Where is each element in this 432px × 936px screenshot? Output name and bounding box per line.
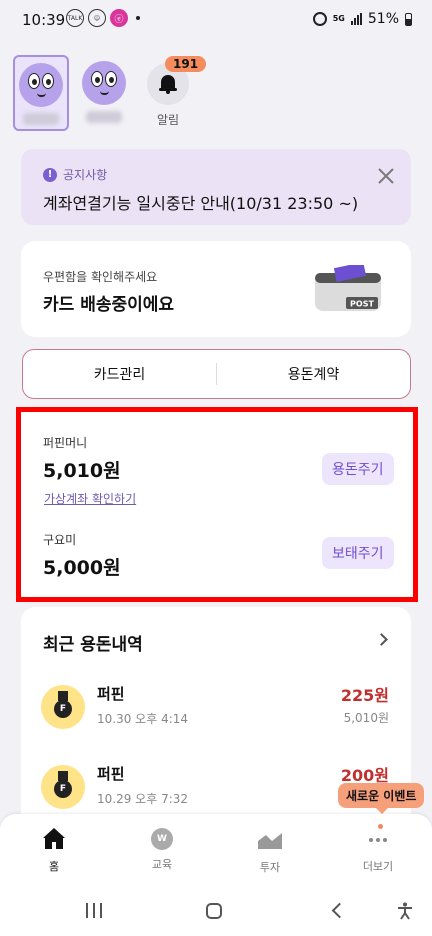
battery-icon xyxy=(405,12,412,26)
avatar-eye-icon xyxy=(91,71,103,87)
card-tabs: 카드관리 용돈계약 xyxy=(22,349,411,399)
notification-icons: TALK ☺ ⓔ xyxy=(66,9,140,27)
history-item-date: 10.30 오후 4:14 xyxy=(97,712,189,726)
exclamation-icon: ! xyxy=(43,167,57,182)
nav-education-label: 교육 xyxy=(151,858,173,871)
bottom-nav: 홈 W 교육 투자 더보기 xyxy=(0,814,432,886)
guyomi-value: 5,000원 xyxy=(43,557,121,579)
status-bar: 10:39 TALK ☺ ⓔ 5G 51% xyxy=(0,0,432,40)
invest-chart-icon xyxy=(258,833,282,849)
card-delivery[interactable]: 우편함을 확인해주세요 카드 배송중이에요 POST xyxy=(21,241,411,337)
history-item-date: 10.29 오후 7:32 xyxy=(97,792,189,806)
nav-invest-label: 투자 xyxy=(259,861,281,874)
recent-apps-icon[interactable] xyxy=(86,903,102,918)
alarm-clock-icon xyxy=(312,12,327,26)
profile-selected[interactable] xyxy=(13,55,69,131)
avatar-eye-icon xyxy=(42,73,54,89)
talk-icon: TALK xyxy=(66,9,84,27)
notice-tag: ! 공지사항 xyxy=(43,166,107,183)
nav-more[interactable]: 더보기 xyxy=(324,814,432,886)
history-item-balance: 5,010원 xyxy=(343,711,389,725)
pink-app-icon: ⓔ xyxy=(110,9,128,27)
nav-home[interactable]: 홈 xyxy=(0,814,108,886)
new-indicator-dot xyxy=(378,824,383,829)
close-icon[interactable] xyxy=(376,166,396,186)
avatar xyxy=(82,61,126,105)
bell-icon xyxy=(159,74,177,94)
alarm-label: 알림 xyxy=(156,113,180,127)
avatar-mouth-icon xyxy=(37,93,46,97)
history-item[interactable]: F 퍼핀 10.30 오후 4:14 225원 5,010원 xyxy=(21,682,411,732)
back-icon[interactable] xyxy=(331,902,348,919)
delivery-subtitle: 우편함을 확인해주세요 xyxy=(43,270,158,284)
profile-second[interactable] xyxy=(76,55,132,131)
signal-icon xyxy=(350,13,362,25)
notice-text: 계좌연결기능 일시중단 안내(10/31 23:50 ~) xyxy=(43,194,359,213)
network-5g-icon: 5G xyxy=(332,14,345,23)
medal-icon: F xyxy=(41,765,85,809)
history-item-name: 퍼핀 xyxy=(97,765,125,783)
status-time: 10:39 xyxy=(22,11,66,29)
nav-education[interactable]: W 교육 xyxy=(108,814,216,886)
home-button-icon[interactable] xyxy=(206,903,222,919)
give-allowance-button[interactable]: 용돈주기 xyxy=(322,453,394,485)
nav-invest[interactable]: 투자 xyxy=(216,814,324,886)
accessibility-icon[interactable] xyxy=(396,902,414,920)
history-title: 최근 용돈내역 xyxy=(43,635,143,655)
profile-name-blurred xyxy=(23,113,59,125)
history-item-amount: 225원 xyxy=(340,686,389,705)
history-item-name: 퍼핀 xyxy=(97,685,125,703)
new-event-bubble[interactable]: 새로운 이벤트 xyxy=(338,783,425,814)
app-notification-icon: ☺ xyxy=(88,9,106,27)
home-icon xyxy=(42,828,66,852)
system-nav-bar xyxy=(0,886,432,936)
puffin-money-label: 퍼핀머니 xyxy=(43,436,88,450)
alarm-button[interactable]: 191 알림 xyxy=(140,56,207,128)
education-icon: W xyxy=(151,828,173,850)
notice-banner[interactable]: ! 공지사항 계좌연결기능 일시중단 안내(10/31 23:50 ~) xyxy=(21,149,411,225)
alarm-count-badge: 191 xyxy=(165,56,207,72)
add-more-button[interactable]: 보태주기 xyxy=(322,537,394,569)
battery-percent: 51% xyxy=(367,11,399,27)
avatar-eye-icon xyxy=(105,71,117,87)
status-right: 5G 51% xyxy=(312,11,412,27)
more-dots-icon xyxy=(366,828,390,852)
virtual-account-link[interactable]: 가상계좌 확인하기 xyxy=(44,490,136,507)
accounts-card-highlighted: 퍼핀머니 5,010원 가상계좌 확인하기 용돈주기 구요미 5,000원 보태… xyxy=(16,407,418,602)
chevron-right-icon[interactable] xyxy=(375,633,388,646)
guyomi-label: 구요미 xyxy=(43,533,77,547)
avatar xyxy=(19,63,63,107)
medal-icon: F xyxy=(41,685,85,729)
nav-more-label: 더보기 xyxy=(362,860,394,873)
tab-card-manage[interactable]: 카드관리 xyxy=(23,364,216,384)
mailbox-icon: POST xyxy=(315,265,381,311)
puffin-money-value: 5,010원 xyxy=(43,460,121,482)
profile-name-blurred xyxy=(86,111,122,123)
notice-tag-label: 공지사항 xyxy=(63,168,108,182)
tab-allowance-contract[interactable]: 용돈계약 xyxy=(217,364,410,384)
avatar-mouth-icon xyxy=(100,91,109,95)
delivery-title: 카드 배송중이에요 xyxy=(43,295,175,315)
avatar-eye-icon xyxy=(28,73,40,89)
more-notifications-dot xyxy=(136,16,140,20)
nav-home-label: 홈 xyxy=(48,860,60,873)
mailbox-post-label: POST xyxy=(350,300,374,309)
